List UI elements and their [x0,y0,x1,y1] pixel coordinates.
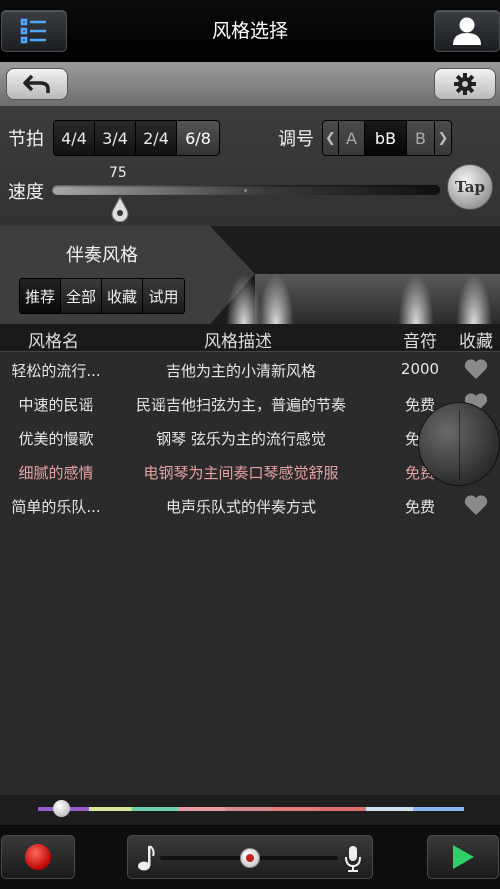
table-row[interactable]: 简单的乐队... 电声乐队式的伴奏方式 免费 [0,488,500,522]
style-name: 细腻的感情 [18,464,94,482]
tab-trial[interactable]: 试用 [143,279,184,313]
back-button[interactable] [6,68,68,100]
beat-selector: 4/4 3/4 2/4 6/8 [53,120,220,156]
favorite-button[interactable] [463,358,489,384]
gear-icon [454,73,476,95]
style-name: 中速的民谣 [18,396,94,414]
key-prev-button[interactable]: ❮ [323,121,339,155]
beat-label: 节拍 [8,129,44,150]
record-button[interactable] [1,835,75,879]
key-label: 调号 [278,129,314,150]
decorative-glow [258,274,294,324]
beat-option[interactable]: 4/4 [54,121,95,155]
table-row[interactable]: 轻松的流行... 吉他为主的小清新风格 2000 [0,352,500,386]
beat-option[interactable]: 3/4 [95,121,136,155]
heart-icon [464,495,488,515]
speed-slider[interactable] [52,185,440,195]
heart-icon [464,359,488,379]
style-tabs: 推荐 全部 收藏 试用 [19,278,185,314]
progress-area [0,795,500,825]
volume-balance-knob[interactable] [240,848,260,868]
settings-panel: 节拍 4/4 3/4 2/4 6/8 调号 ❮ A bB B ❯ 速度 75 [0,106,500,226]
column-header-name: 风格名 [28,332,79,352]
key-next-button[interactable]: ❯ [435,121,451,155]
tap-tempo-button[interactable]: Tap [447,164,493,210]
table-header: 风格名 风格描述 音符 收藏 [0,324,500,352]
style-desc: 电钢琴为主间奏口琴感觉舒服 [143,464,339,482]
key-option-selected[interactable]: bB [365,121,407,155]
back-arrow-icon [23,74,50,93]
beat-option[interactable]: 2/4 [136,121,177,155]
table-row[interactable]: 中速的民谣 民谣吉他扫弦为主，普遍的节奏 免费 [0,386,500,420]
page-title: 风格选择 [211,20,288,42]
style-name: 简单的乐队... [11,498,101,516]
tab-recommended[interactable]: 推荐 [20,279,61,313]
user-button[interactable] [434,10,500,52]
column-header-desc: 风格描述 [204,332,272,352]
style-desc: 电声乐队式的伴奏方式 [165,498,316,516]
decorative-glow [226,274,262,324]
favorite-button[interactable] [463,494,489,520]
key-option[interactable]: A [339,121,365,155]
column-header-fav: 收藏 [459,332,493,352]
decorative-glow [456,274,492,324]
key-option[interactable]: B [407,121,435,155]
style-panel-title: 伴奏风格 [66,245,138,266]
toolbar [0,62,500,106]
style-price: 免费 [404,498,435,516]
bottom-bar [0,825,500,889]
speed-slider-thumb[interactable] [111,196,129,222]
column-header-price: 音符 [403,332,437,352]
microphone-icon [345,846,361,872]
tab-favorites[interactable]: 收藏 [102,279,143,313]
key-selector: ❮ A bB B ❯ [322,120,452,156]
style-desc: 民谣吉他扫弦为主，普遍的节奏 [135,396,346,414]
app-header: 风格选择 [0,0,500,62]
style-desc: 吉他为主的小清新风格 [165,362,316,380]
beat-option-selected[interactable]: 6/8 [177,121,219,155]
style-name: 优美的慢歌 [18,430,94,448]
playback-progress-bar[interactable] [38,807,464,811]
record-icon [25,844,51,870]
style-panel: 伴奏风格 推荐 全部 收藏 试用 [0,226,500,324]
speed-label: 速度 [8,182,44,203]
slider-center-dot [244,189,247,192]
volume-balance-control [127,835,373,879]
user-icon [453,17,481,45]
list-menu-icon [20,18,46,44]
music-note-icon [138,845,155,871]
play-button[interactable] [427,835,499,879]
style-desc: 钢琴 弦乐为主的流行感觉 [156,430,326,448]
play-icon [453,845,474,869]
floating-assist-ball[interactable] [418,402,500,486]
style-name: 轻松的流行... [11,362,101,380]
speed-value: 75 [109,165,127,181]
knob-center-dot [246,854,254,862]
style-price: 2000 [400,360,440,378]
progress-knob[interactable] [53,800,70,817]
settings-button[interactable] [434,68,496,100]
menu-button[interactable] [1,10,67,52]
tab-all[interactable]: 全部 [61,279,102,313]
decorative-glow [398,274,434,324]
